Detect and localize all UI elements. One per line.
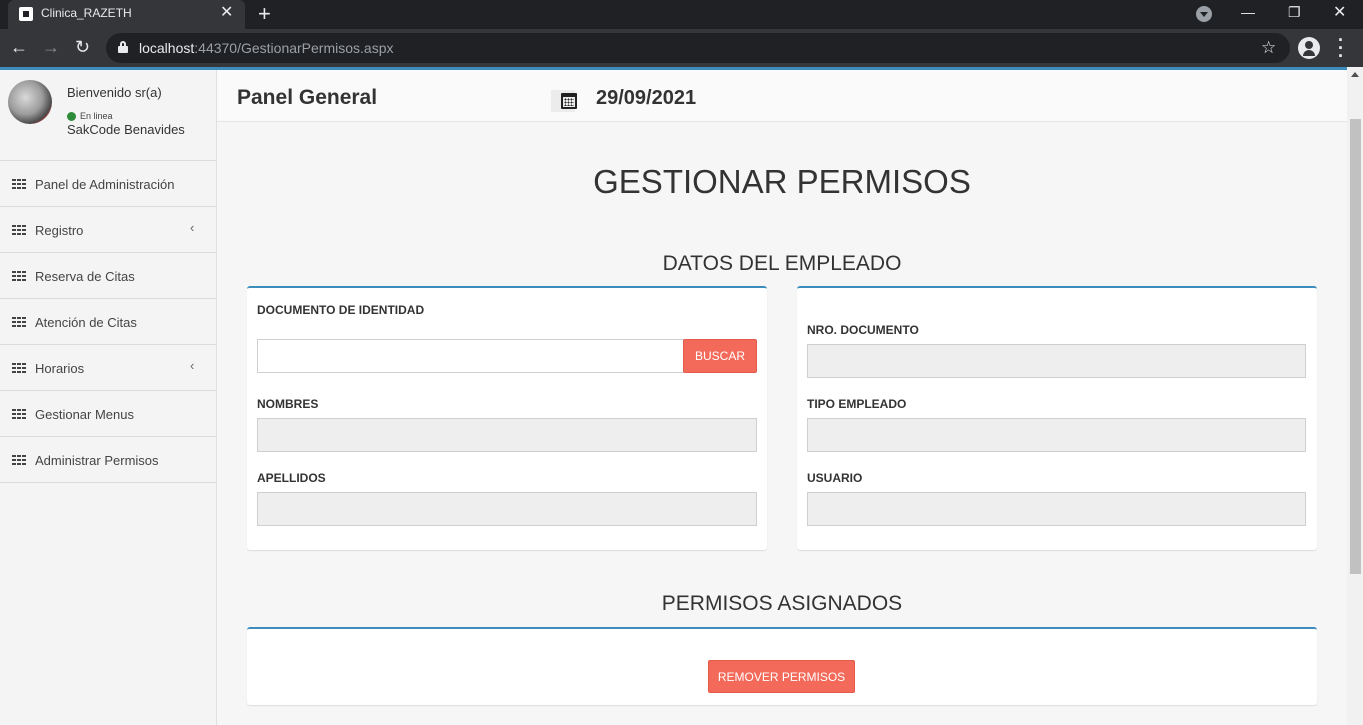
remove-permissions-button[interactable]: REMOVER PERMISOS bbox=[708, 660, 855, 693]
sidebar-item-label: Gestionar Menus bbox=[35, 407, 134, 422]
username: SakCode Benavides bbox=[67, 122, 185, 137]
back-icon[interactable]: ← bbox=[10, 37, 28, 57]
nro-doc-label: NRO. DOCUMENTO bbox=[807, 323, 919, 337]
browser-tab-bar: Clinica_RAZETH ✕ + — ❐ ✕ bbox=[0, 0, 1363, 29]
close-tab-icon[interactable]: ✕ bbox=[220, 4, 233, 22]
apellidos-label: APELLIDOS bbox=[257, 471, 326, 485]
document-input[interactable] bbox=[257, 339, 684, 373]
permisos-card: REMOVER PERMISOS bbox=[247, 627, 1317, 705]
nro-doc-field[interactable] bbox=[807, 344, 1306, 378]
permisos-section-title: PERMISOS ASIGNADOS bbox=[661, 592, 903, 615]
sidebar-item-panel-administracion[interactable]: Panel de Administración bbox=[0, 161, 216, 207]
grid-icon bbox=[12, 455, 26, 465]
online-status-icon bbox=[67, 112, 76, 121]
sidebar-item-label: Horarios bbox=[35, 361, 85, 376]
welcome-text: Bienvenido sr(a) bbox=[67, 85, 162, 100]
tipo-empleado-label: TIPO EMPLEADO bbox=[807, 397, 907, 411]
avatar bbox=[8, 80, 52, 124]
employee-search-card: DOCUMENTO DE IDENTIDAD BUSCAR NOMBRES AP… bbox=[247, 286, 767, 550]
doc-label: DOCUMENTO DE IDENTIDAD bbox=[257, 303, 425, 317]
current-date: 29/09/2021 bbox=[596, 87, 697, 109]
sidebar-item-label: Panel de Administración bbox=[35, 177, 175, 192]
tab-search-icon[interactable] bbox=[1196, 6, 1212, 22]
sidebar-item-horarios[interactable]: Horarios ‹ bbox=[0, 345, 216, 391]
bookmark-star-icon[interactable]: ☆ bbox=[1261, 38, 1276, 58]
close-window-icon[interactable]: ✕ bbox=[1333, 2, 1346, 22]
grid-icon bbox=[12, 363, 26, 373]
grid-icon bbox=[12, 317, 26, 327]
grid-icon bbox=[12, 409, 26, 419]
page-title: GESTIONAR PERMISOS bbox=[593, 163, 971, 200]
usuario-label: USUARIO bbox=[807, 471, 863, 485]
tipo-empleado-field[interactable] bbox=[807, 418, 1306, 452]
new-tab-icon[interactable]: + bbox=[258, 2, 271, 26]
address-bar[interactable]: localhost:44370/GestionarPermisos.aspx ☆ bbox=[106, 33, 1290, 63]
url-text[interactable]: localhost:44370/GestionarPermisos.aspx bbox=[139, 40, 393, 56]
online-status-text: En linea bbox=[80, 111, 113, 121]
restore-icon[interactable]: ❐ bbox=[1288, 4, 1301, 21]
minimize-icon[interactable]: — bbox=[1241, 4, 1255, 20]
nombres-field[interactable] bbox=[257, 418, 757, 452]
tab-title: Clinica_RAZETH bbox=[41, 6, 132, 20]
browser-toolbar: ← → ↻ localhost:44370/GestionarPermisos.… bbox=[0, 29, 1363, 67]
sidebar-item-label: Administrar Permisos bbox=[35, 453, 159, 468]
apellidos-field[interactable] bbox=[257, 492, 757, 526]
content-header: Panel General 29/09/2021 bbox=[217, 70, 1347, 122]
account-icon[interactable] bbox=[1298, 37, 1320, 59]
sidebar: Bienvenido sr(a) En linea SakCode Benavi… bbox=[0, 70, 217, 725]
sidebar-item-atencion-citas[interactable]: Atención de Citas bbox=[0, 299, 216, 345]
employee-details-card: NRO. DOCUMENTO TIPO EMPLEADO USUARIO bbox=[797, 286, 1317, 550]
sidebar-item-reserva-citas[interactable]: Reserva de Citas bbox=[0, 253, 216, 299]
home-favicon-icon bbox=[19, 7, 33, 21]
employee-section-title: DATOS DEL EMPLEADO bbox=[662, 252, 902, 275]
usuario-field[interactable] bbox=[807, 492, 1306, 526]
menu-kebab-icon[interactable]: · · · bbox=[1338, 31, 1344, 65]
sidebar-item-gestionar-menus[interactable]: Gestionar Menus bbox=[0, 391, 216, 437]
lock-icon bbox=[118, 41, 128, 53]
scroll-up-icon[interactable] bbox=[1351, 72, 1359, 77]
scrollbar-thumb[interactable] bbox=[1350, 119, 1361, 574]
sidebar-item-label: Registro bbox=[35, 223, 84, 238]
grid-icon bbox=[12, 271, 26, 281]
chevron-left-icon: ‹ bbox=[190, 358, 195, 373]
chevron-left-icon: ‹ bbox=[190, 220, 195, 235]
reload-icon[interactable]: ↻ bbox=[75, 37, 90, 57]
nombres-label: NOMBRES bbox=[257, 397, 319, 411]
forward-icon[interactable]: → bbox=[42, 37, 60, 57]
sidebar-item-label: Reserva de Citas bbox=[35, 269, 135, 284]
panel-title: Panel General bbox=[237, 86, 378, 109]
browser-tab[interactable]: Clinica_RAZETH ✕ bbox=[8, 0, 245, 29]
scrollbar[interactable] bbox=[1347, 67, 1363, 725]
search-button[interactable]: BUSCAR bbox=[683, 339, 757, 373]
grid-icon bbox=[12, 225, 26, 235]
grid-icon bbox=[12, 179, 26, 189]
sidebar-item-registro[interactable]: Registro ‹ bbox=[0, 207, 216, 253]
calendar-icon bbox=[551, 90, 577, 112]
main-content: GESTIONAR PERMISOS DATOS DEL EMPLEADO DO… bbox=[217, 123, 1347, 725]
sidebar-menu: Panel de Administración Registro ‹ Reser… bbox=[0, 160, 216, 483]
sidebar-item-label: Atención de Citas bbox=[35, 315, 137, 330]
sidebar-item-administrar-permisos[interactable]: Administrar Permisos bbox=[0, 437, 216, 483]
